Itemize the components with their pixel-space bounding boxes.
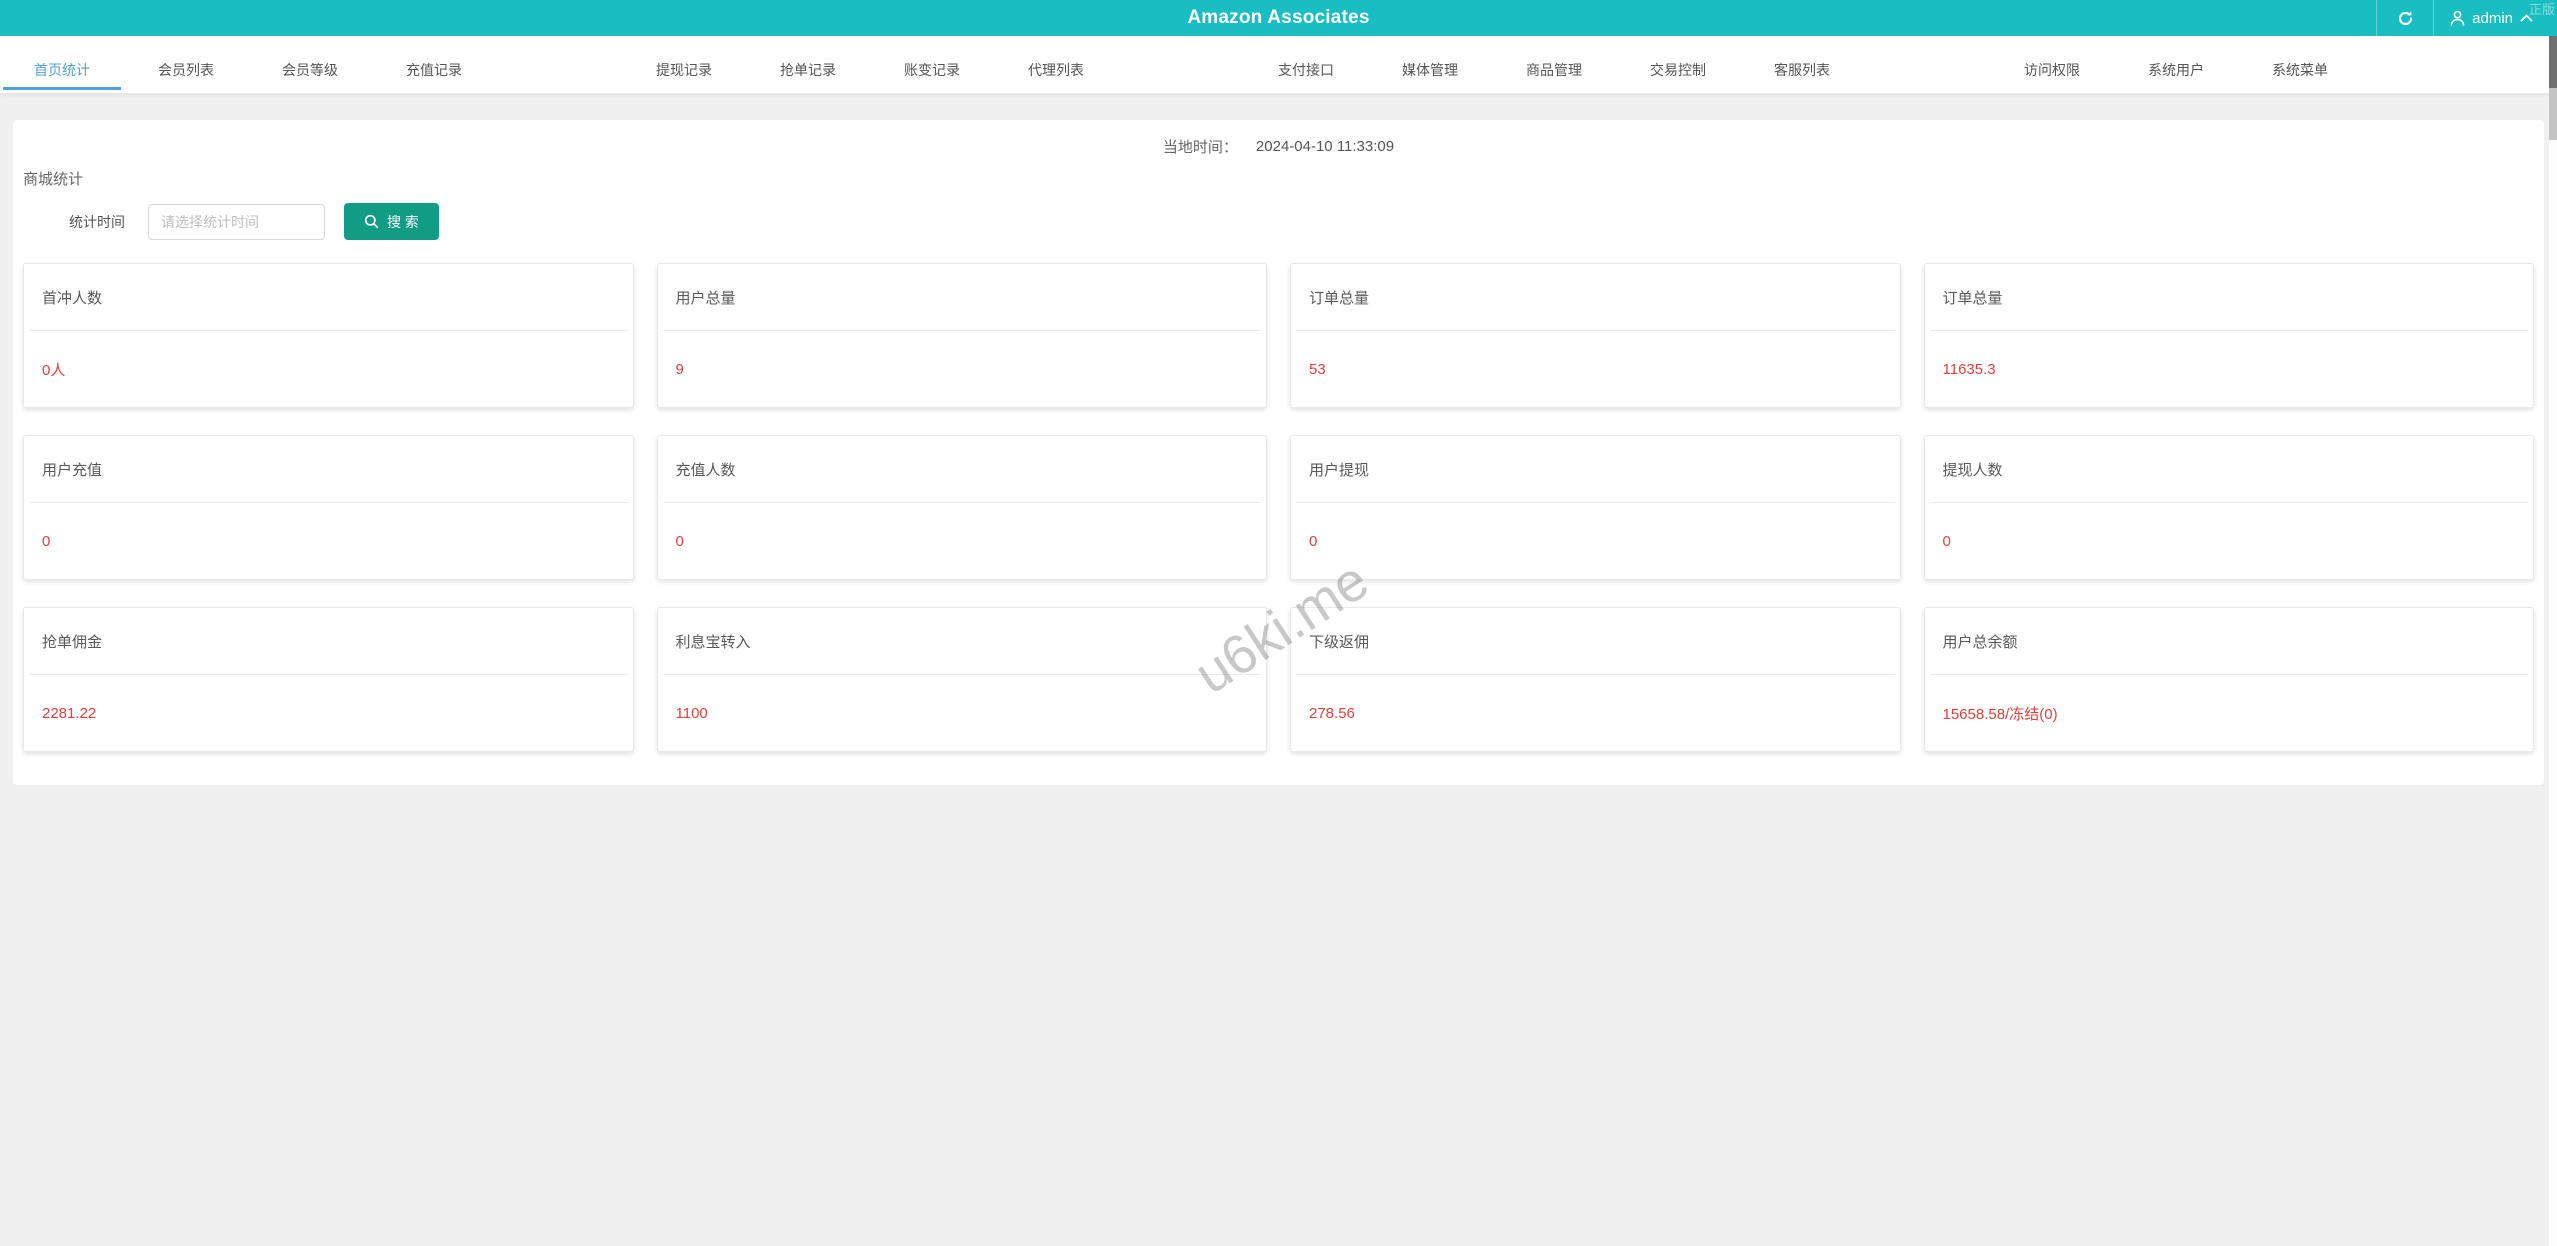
tab-agent-list[interactable]: 代理列表 xyxy=(994,36,1118,93)
stat-card-title: 用户总量 xyxy=(662,264,1261,331)
tab-home-stats[interactable]: 首页统计 xyxy=(0,36,124,93)
refresh-icon xyxy=(2397,10,2414,27)
stat-card-title: 利息宝转入 xyxy=(662,608,1261,675)
tab-trade-control[interactable]: 交易控制 xyxy=(1616,36,1740,93)
stat-card-value: 15658.58/冻结(0) xyxy=(1942,706,2058,723)
stat-card-value: 0 xyxy=(675,533,684,550)
screen: Amazon Associates admin 正版 首页统计 会员列表 会员等… xyxy=(0,0,2557,1246)
local-time-label: 当地时间： xyxy=(1162,138,1238,156)
app-header: Amazon Associates admin 正版 xyxy=(0,0,2557,36)
stat-card-title: 提现人数 xyxy=(1929,436,2528,503)
app-title: Amazon Associates xyxy=(1187,7,1370,28)
stat-card: 利息宝转入 1100 xyxy=(656,607,1267,752)
section-title: 商城统计 xyxy=(23,171,84,188)
header-actions: admin xyxy=(2376,0,2549,36)
main-panel: 当地时间： 2024-04-10 11:33:09 商城统计 统计时间 搜 索 … xyxy=(13,120,2544,785)
stat-card-title: 用户提现 xyxy=(1296,436,1895,503)
stat-time-label: 统计时间 xyxy=(69,213,125,230)
tab-system-menu[interactable]: 系统菜单 xyxy=(2238,36,2362,93)
stat-card-value: 0 xyxy=(42,533,51,550)
user-icon xyxy=(2450,10,2465,26)
tab-media-management[interactable]: 媒体管理 xyxy=(1368,36,1492,93)
stat-card-title: 订单总量 xyxy=(1929,264,2528,331)
stat-time-form: 统计时间 搜 索 xyxy=(23,203,2534,240)
stat-card: 首冲人数 0人 xyxy=(23,263,634,408)
stat-card: 用户提现 0 xyxy=(1290,435,1901,580)
stat-card: 用户充值 0 xyxy=(23,435,634,580)
stat-card-title: 用户充值 xyxy=(29,436,628,503)
stats-grid: 首冲人数 0人 用户总量 9 订单总量 53 订单总量 11635.3 用户充值… xyxy=(23,263,2534,752)
tab-order-grab-records[interactable]: 抢单记录 xyxy=(746,36,870,93)
tab-access-permission[interactable]: 访问权限 xyxy=(1990,36,2114,93)
tab-system-users[interactable]: 系统用户 xyxy=(2114,36,2238,93)
tab-member-level[interactable]: 会员等级 xyxy=(248,36,372,93)
stat-card-value: 278.56 xyxy=(1309,705,1355,722)
stat-card-value: 1100 xyxy=(675,705,708,722)
main-nav: 首页统计 会员列表 会员等级 充值记录 提现记录 抢单记录 账变记录 代理列表 … xyxy=(0,36,2557,94)
chevron-up-icon xyxy=(2520,14,2533,22)
refresh-button[interactable] xyxy=(2377,0,2433,36)
tab-product-management[interactable]: 商品管理 xyxy=(1492,36,1616,93)
stat-card-title: 抢单佣金 xyxy=(29,608,628,675)
stat-card-value: 9 xyxy=(675,361,684,378)
tab-recharge-records[interactable]: 充值记录 xyxy=(372,36,496,93)
tab-balance-change-records[interactable]: 账变记录 xyxy=(870,36,994,93)
stat-card: 订单总量 11635.3 xyxy=(1923,263,2534,408)
tab-withdraw-records[interactable]: 提现记录 xyxy=(622,36,746,93)
local-time-value: 2024-04-10 11:33:09 xyxy=(1255,137,1395,155)
scrollbar-thumb-shadow xyxy=(2549,88,2557,140)
local-time-row: 当地时间： 2024-04-10 11:33:09 xyxy=(23,136,2534,156)
stat-card-value: 0 xyxy=(1309,533,1318,550)
tab-payment-api[interactable]: 支付接口 xyxy=(1244,36,1368,93)
stat-card-title: 用户总余额 xyxy=(1929,608,2528,675)
stat-card: 订单总量 53 xyxy=(1290,263,1901,408)
stat-card-title: 充值人数 xyxy=(662,436,1261,503)
stat-card-value: 53 xyxy=(1309,361,1326,378)
user-menu[interactable]: admin xyxy=(2434,0,2549,36)
search-button[interactable]: 搜 索 xyxy=(344,203,439,240)
stat-card-value: 0 xyxy=(1942,533,1951,550)
stat-card: 用户总量 9 xyxy=(656,263,1267,408)
tab-member-list[interactable]: 会员列表 xyxy=(124,36,248,93)
stat-card: 抢单佣金 2281.22 xyxy=(23,607,634,752)
stat-card-value: 11635.3 xyxy=(1942,361,1996,378)
stat-time-input[interactable] xyxy=(148,203,325,240)
tab-customer-service-list[interactable]: 客服列表 xyxy=(1740,36,1864,93)
stat-card-value: 0人 xyxy=(42,362,66,379)
username-label: admin xyxy=(2472,9,2513,27)
vertical-scrollbar xyxy=(2549,36,2557,1246)
stat-card: 下级返佣 278.56 xyxy=(1290,607,1901,752)
stat-card-title: 首冲人数 xyxy=(29,264,628,331)
stat-card-title: 下级返佣 xyxy=(1296,608,1895,675)
stat-card-title: 订单总量 xyxy=(1296,264,1895,331)
stat-card-value: 2281.22 xyxy=(42,705,97,722)
scrollbar-thumb[interactable] xyxy=(2549,36,2557,88)
stat-card: 充值人数 0 xyxy=(656,435,1267,580)
stat-card: 提现人数 0 xyxy=(1923,435,2534,580)
stat-card: 用户总余额 15658.58/冻结(0) xyxy=(1923,607,2534,752)
search-icon xyxy=(364,214,379,229)
search-button-label: 搜 索 xyxy=(387,213,419,230)
